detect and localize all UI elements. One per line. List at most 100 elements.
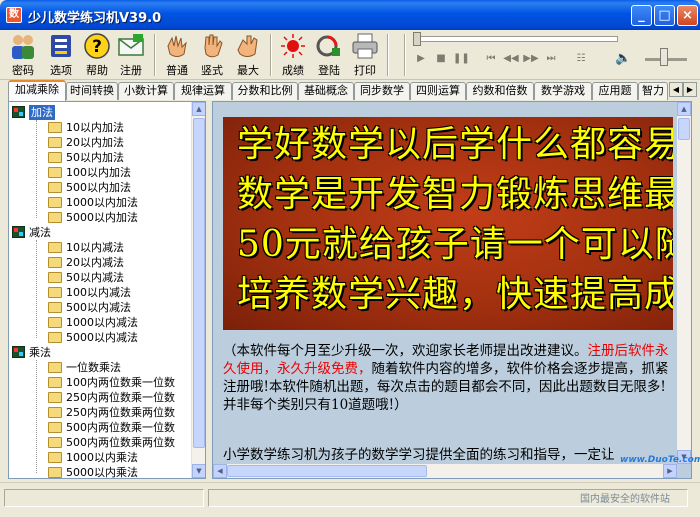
toolbar-separator	[154, 34, 156, 76]
tab-word-problems[interactable]: 应用题	[592, 82, 638, 100]
tree-item-label: 100以内减法	[66, 286, 131, 299]
tree-item-label: 20以内减法	[66, 256, 124, 269]
login-button[interactable]: 登陆	[310, 32, 348, 78]
category-icon	[12, 346, 25, 358]
tab-scroll-right[interactable]: ▶	[683, 82, 697, 97]
banner-line: 培养数学兴趣，快速提高成绩	[237, 274, 673, 315]
tree-category-label: 减法	[29, 226, 51, 239]
folder-icon	[48, 377, 62, 388]
volume-slider[interactable]	[660, 48, 669, 66]
vertical-mode-button[interactable]: 竖式	[193, 32, 231, 78]
tree-item-label: 5000以内乘法	[66, 466, 138, 479]
tab-intelligence[interactable]: 智力	[638, 82, 668, 100]
next-icon[interactable]: ▶▶	[523, 52, 539, 66]
users-icon	[12, 35, 34, 59]
media-progress-slider[interactable]	[413, 32, 421, 46]
tree-item-label: 20以内加法	[66, 136, 124, 149]
tree-item-label: 10以内加法	[66, 121, 124, 134]
folder-icon	[48, 272, 62, 283]
help-button[interactable]: ? 帮助	[78, 32, 116, 78]
close-button[interactable]: ×	[677, 5, 698, 26]
scroll-thumb[interactable]	[227, 465, 427, 477]
window-title: 少儿数学练习机V39.0	[28, 11, 162, 26]
tab-divisor-multiple[interactable]: 约数和倍数	[466, 82, 534, 100]
previous-icon[interactable]: ◀◀	[503, 52, 519, 66]
content-vertical-scrollbar[interactable]: ▲ ▼	[677, 102, 691, 464]
stop-icon[interactable]: ■	[433, 52, 449, 66]
toolbar-separator	[404, 34, 406, 76]
tab-pattern[interactable]: 规律运算	[174, 82, 232, 100]
password-button[interactable]: 密码	[4, 32, 42, 78]
playlist-icon[interactable]: ☷	[573, 52, 589, 66]
tab-decimal[interactable]: 小数计算	[118, 82, 174, 100]
last-icon[interactable]: ⏭	[543, 52, 559, 66]
maximize-button[interactable]: □	[654, 5, 675, 26]
tree-vertical-scrollbar[interactable]: ▲ ▼	[191, 102, 205, 478]
printer-icon	[352, 33, 378, 59]
options-icon	[51, 35, 71, 57]
pause-icon[interactable]: ❚❚	[453, 52, 470, 66]
scroll-up-icon[interactable]: ▲	[677, 102, 691, 116]
folder-icon	[48, 407, 62, 418]
banner-line: 学好数学以后学什么都容易！	[237, 124, 673, 165]
tree-item-label: 一位数乘法	[66, 361, 121, 374]
toolbar-label: 成绩	[282, 64, 304, 77]
toolbar-separator	[270, 34, 272, 76]
toolbar-label: 最大	[237, 64, 259, 77]
maximize-mode-button[interactable]: 最大	[229, 32, 267, 78]
tab-basic-concepts[interactable]: 基础概念	[298, 82, 354, 100]
tree-content: 加法 10以内加法 20以内加法 50以内加法 100以内加法 500以内加法 1000以内…	[9, 102, 192, 478]
folder-icon	[48, 182, 62, 193]
volume-icon[interactable]: 🔈	[615, 52, 631, 66]
tree-category-label: 乘法	[29, 346, 51, 359]
svg-text:?: ?	[92, 37, 102, 57]
tree-item-label: 5000以内加法	[66, 211, 138, 224]
tab-fraction-ratio[interactable]: 分数和比例	[232, 82, 298, 100]
folder-icon	[48, 422, 62, 433]
tab-four-operations[interactable]: 四则运算	[410, 82, 466, 100]
tab-sync-math[interactable]: 同步数学	[354, 82, 410, 100]
tree-item-label: 50以内加法	[66, 151, 124, 164]
exercise-tree[interactable]: 加法 10以内加法 20以内加法 50以内加法 100以内加法 500以内加法 1000以内…	[8, 101, 206, 479]
options-button[interactable]: 选项	[42, 32, 80, 78]
scroll-right-icon[interactable]: ▶	[663, 464, 677, 478]
play-icon[interactable]: ▶	[413, 52, 429, 66]
scroll-left-icon[interactable]: ◀	[213, 464, 227, 478]
scroll-thumb[interactable]	[678, 118, 690, 140]
register-button[interactable]: 注册	[112, 32, 150, 78]
folder-icon	[48, 302, 62, 313]
folder-icon	[48, 437, 62, 448]
toolbar-label: 普通	[166, 64, 188, 77]
tree-item-label: 500以内减法	[66, 301, 131, 314]
minimize-button[interactable]: _	[631, 5, 652, 26]
folder-icon	[48, 467, 62, 478]
folder-icon	[48, 137, 62, 148]
toolbar-label: 密码	[12, 64, 34, 77]
tree-item-label: 1000以内减法	[66, 316, 138, 329]
media-progress-track[interactable]	[413, 36, 618, 42]
toolbar-label: 竖式	[201, 64, 223, 77]
tree-item-label: 500内两位数乘两位数	[66, 436, 175, 449]
first-icon[interactable]: ⏮	[483, 52, 499, 66]
tree-item-label: 1000以内乘法	[66, 451, 138, 464]
tab-scroll-left[interactable]: ◀	[669, 82, 683, 97]
scroll-thumb[interactable]	[193, 118, 205, 448]
intro-paragraph: 小学数学练习机为孩子的数学学习提供全面的练习和指导，一定让	[223, 447, 615, 463]
tree-item-label: 100以内加法	[66, 166, 131, 179]
tab-time-convert[interactable]: 时间转换	[66, 82, 118, 100]
score-button[interactable]: 成绩	[274, 32, 312, 78]
tab-add-sub-mul-div[interactable]: 加减乘除	[8, 80, 66, 101]
panel-splitter[interactable]	[206, 101, 211, 479]
folder-icon	[48, 332, 62, 343]
folder-icon	[48, 317, 62, 328]
tab-math-games[interactable]: 数学游戏	[534, 82, 592, 100]
print-button[interactable]: 打印	[346, 32, 384, 78]
app-icon[interactable]: 数	[6, 7, 22, 23]
tree-item-label: 100内两位数乘一位数	[66, 376, 175, 389]
scroll-up-icon[interactable]: ▲	[192, 102, 205, 116]
normal-mode-button[interactable]: 普通	[158, 32, 196, 78]
notice-prefix: （本软件每个月至少升级一次，欢迎家长老师提出改进建议。	[223, 343, 588, 359]
scroll-down-icon[interactable]: ▼	[192, 464, 205, 478]
content-horizontal-scrollbar[interactable]: ◀ ▶	[213, 464, 677, 478]
title-bar[interactable]: 数 少儿数学练习机V39.0 _ □ ×	[0, 0, 700, 30]
